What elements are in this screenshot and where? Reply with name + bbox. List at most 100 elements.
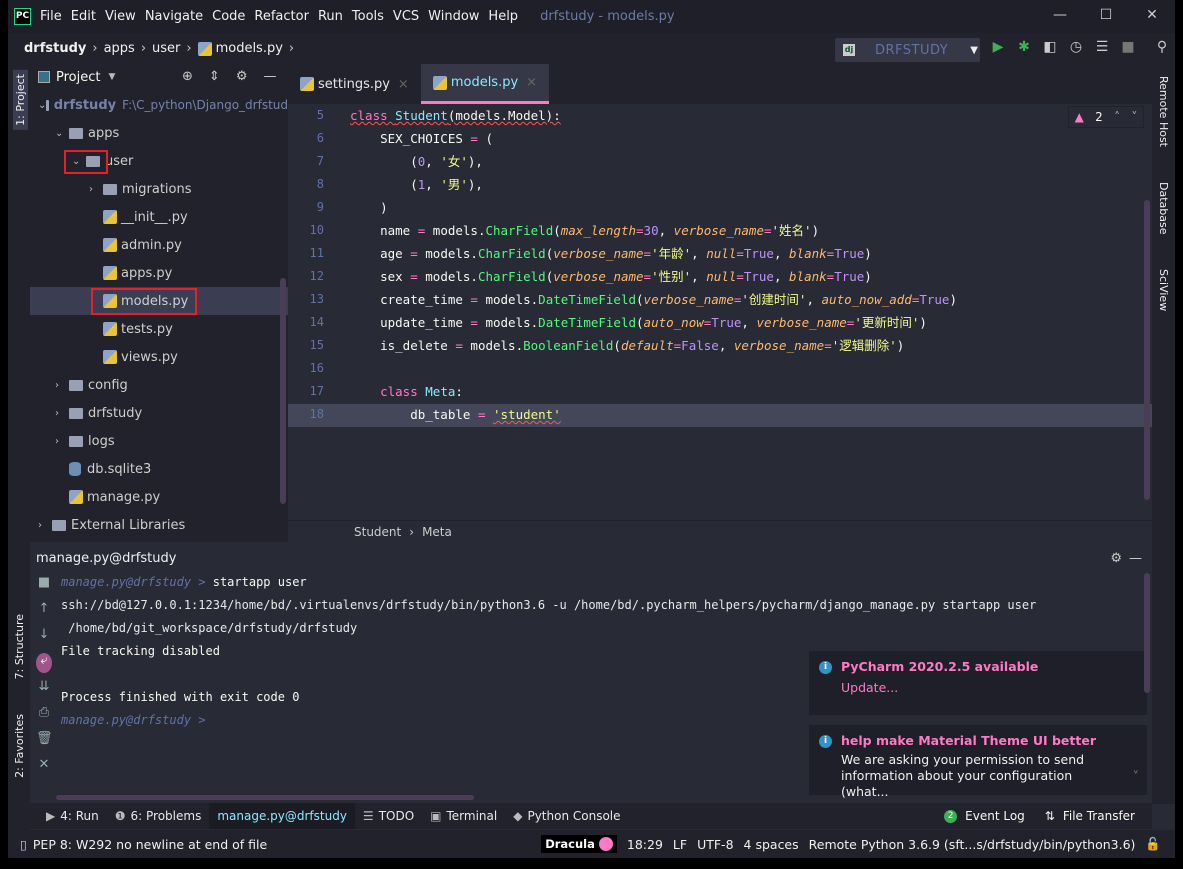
tree-item[interactable]: › migrations xyxy=(30,175,288,203)
tree-item[interactable]: manage.py xyxy=(30,483,288,511)
breadcrumb-file[interactable]: models.py xyxy=(216,41,283,56)
menu-item-vcs[interactable]: VCS xyxy=(393,9,419,24)
menu-item-tools[interactable]: Tools xyxy=(352,9,384,24)
close-button[interactable]: ✕ xyxy=(1129,0,1175,30)
chevron-down-icon[interactable]: ˅ xyxy=(1131,110,1137,124)
menu-item-navigate[interactable]: Navigate xyxy=(145,9,203,24)
trash-icon[interactable]: 🗑 xyxy=(36,731,53,757)
debug-icon[interactable]: ✱ xyxy=(1016,39,1032,55)
collapse-all-icon[interactable]: ⇕ xyxy=(209,69,220,84)
editor-scrollbar[interactable] xyxy=(1144,200,1150,500)
arrow-down-icon[interactable]: ↓ xyxy=(36,627,52,653)
chevron-right-icon[interactable]: › xyxy=(55,380,69,391)
tree-item[interactable]: admin.py xyxy=(30,231,288,259)
project-title[interactable]: Project xyxy=(56,70,100,85)
tree-item[interactable]: › logs xyxy=(30,427,288,455)
concurrency-icon[interactable]: ☰ xyxy=(1094,39,1110,55)
close-icon[interactable]: × xyxy=(526,75,537,90)
breadcrumb-project[interactable]: drfstudy xyxy=(24,41,86,56)
bottom-tab-6-problems[interactable]: ❶ 6: Problems xyxy=(107,803,210,829)
locate-icon[interactable]: ⊕ xyxy=(182,69,193,84)
coverage-icon[interactable]: ◧ xyxy=(1042,39,1058,55)
indent-setting[interactable]: 4 spaces xyxy=(744,837,799,852)
chevron-down-icon[interactable]: ⌄ xyxy=(38,100,46,111)
menu-item-run[interactable]: Run xyxy=(318,9,343,24)
tree-item[interactable]: views.py xyxy=(30,343,288,371)
chevron-right-icon[interactable]: › xyxy=(89,184,103,195)
bottom-tab-4-run[interactable]: ▶ 4: Run xyxy=(38,803,107,829)
run-icon[interactable]: ▶ xyxy=(990,39,1006,55)
chevron-down-icon[interactable]: ⌄ xyxy=(55,128,69,139)
lock-icon[interactable]: 🔓 xyxy=(1145,836,1161,852)
tree-item[interactable]: › drfstudy xyxy=(30,399,288,427)
arrow-up-icon[interactable]: ↑ xyxy=(36,601,52,627)
tree-item[interactable]: tests.py xyxy=(30,315,288,343)
tree-item[interactable]: › config xyxy=(30,371,288,399)
chevron-right-icon[interactable]: › xyxy=(55,408,69,419)
database-tab[interactable]: Database xyxy=(1157,182,1170,235)
inspection-widget[interactable]: ▲ 2 ˄ ˅ xyxy=(1068,106,1144,128)
chevron-down-icon[interactable]: ▼ xyxy=(108,72,115,82)
console-scrollbar[interactable] xyxy=(56,795,474,800)
bottom-tab-python-console[interactable]: ◆ Python Console xyxy=(505,803,628,829)
crumb-student[interactable]: Student xyxy=(354,525,401,539)
hide-icon[interactable]: — xyxy=(263,69,276,84)
bottom-tab-manage-py-drfstudy[interactable]: manage.py@drfstudy xyxy=(209,803,355,829)
soft-wrap-icon[interactable]: ⤶ xyxy=(36,653,52,673)
tree-item[interactable]: ⌄ apps xyxy=(30,119,288,147)
tree-item[interactable]: › External Libraries xyxy=(30,511,288,539)
project-scrollbar[interactable] xyxy=(280,278,286,504)
bottom-tab-todo[interactable]: ☰ TODO xyxy=(355,803,422,829)
line-separator[interactable]: LF xyxy=(673,837,687,852)
chevron-down-icon[interactable]: ˅ xyxy=(1133,770,1140,785)
tree-item[interactable]: __init__.py xyxy=(30,203,288,231)
chevron-right-icon[interactable]: › xyxy=(55,436,69,447)
stop-icon[interactable]: ■ xyxy=(1120,39,1136,55)
close-icon[interactable]: ✕ xyxy=(36,757,52,783)
print-icon[interactable]: ⎙ xyxy=(36,705,52,731)
menu-item-view[interactable]: View xyxy=(105,9,136,24)
scroll-to-end-icon[interactable]: ⇊ xyxy=(36,679,52,705)
tree-item[interactable]: db.sqlite3 xyxy=(30,455,288,483)
bottom-tab-terminal[interactable]: ▣ Terminal xyxy=(422,803,505,829)
chevron-up-icon[interactable]: ˄ xyxy=(1114,110,1120,124)
toggle-tool-windows-icon[interactable]: ▯ xyxy=(20,837,27,852)
gear-icon[interactable]: ⚙ xyxy=(236,69,248,84)
maximize-button[interactable]: ☐ xyxy=(1083,0,1129,30)
favorites-tool-tab[interactable]: 2: Favorites xyxy=(13,714,26,778)
project-tool-tab[interactable]: 1: Project xyxy=(13,70,28,130)
caret-position[interactable]: 18:29 xyxy=(627,837,663,852)
menu-item-code[interactable]: Code xyxy=(212,9,245,24)
run-configuration-select[interactable]: dj DRFSTUDY ▼ xyxy=(835,38,980,62)
menu-item-window[interactable]: Window xyxy=(428,9,479,24)
minimize-button[interactable]: — xyxy=(1037,0,1083,30)
sciview-tab[interactable]: SciView xyxy=(1157,269,1170,311)
structure-tool-tab[interactable]: 7: Structure xyxy=(13,614,26,679)
crumb-meta[interactable]: Meta xyxy=(422,525,452,539)
tab-models-py[interactable]: models.py × xyxy=(420,64,550,104)
tree-item[interactable]: apps.py xyxy=(30,259,288,287)
file-encoding[interactable]: UTF-8 xyxy=(697,837,733,852)
interpreter[interactable]: Remote Python 3.6.9 (sft...s/drfstudy/bi… xyxy=(809,837,1136,852)
stop-icon[interactable]: ■ xyxy=(36,575,52,601)
hide-icon[interactable]: — xyxy=(1129,551,1142,566)
gear-icon[interactable]: ⚙ xyxy=(1110,551,1122,566)
update-link[interactable]: Update... xyxy=(841,680,1137,695)
menu-item-help[interactable]: Help xyxy=(488,9,518,24)
close-icon[interactable]: × xyxy=(398,77,409,92)
profile-icon[interactable]: ◷ xyxy=(1068,39,1084,55)
console-vscrollbar[interactable] xyxy=(1144,573,1150,693)
menu-item-edit[interactable]: Edit xyxy=(71,9,96,24)
chevron-right-icon[interactable]: › xyxy=(38,520,52,531)
menu-item-file[interactable]: File xyxy=(40,9,62,24)
theme-badge[interactable]: Dracula xyxy=(541,835,617,853)
search-icon[interactable]: ⚲ xyxy=(1154,39,1170,55)
menu-item-refactor[interactable]: Refactor xyxy=(254,9,309,24)
tree-item[interactable]: ⌄ drfstudy F:\C_python\Django_drfstud xyxy=(30,91,288,119)
breadcrumb-apps[interactable]: apps xyxy=(104,41,135,56)
file-transfer-tab[interactable]: File Transfer xyxy=(1063,809,1135,823)
remote-host-tab[interactable]: Remote Host xyxy=(1157,76,1170,147)
event-log-tab[interactable]: Event Log xyxy=(965,809,1025,823)
breadcrumb-user[interactable]: user xyxy=(152,41,180,56)
tab-settings-py[interactable]: settings.py × xyxy=(288,64,421,104)
